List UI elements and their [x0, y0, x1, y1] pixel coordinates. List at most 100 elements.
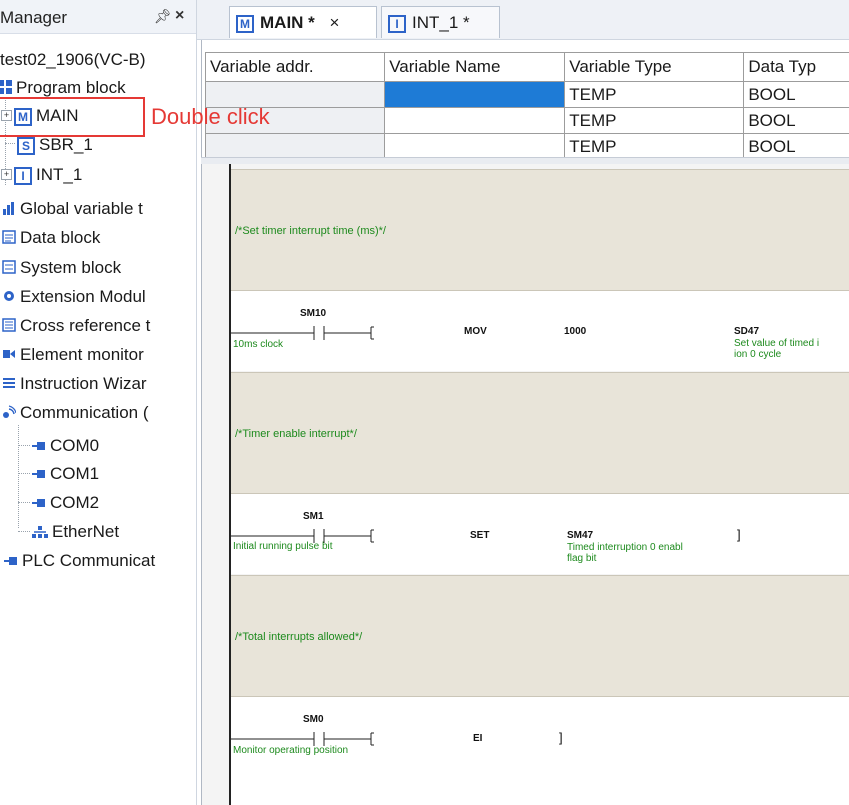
network-comment[interactable]: /*Total interrupts allowed*/: [231, 575, 849, 697]
tree-item-com0[interactable]: COM0: [32, 431, 99, 460]
tree-line: [18, 445, 30, 446]
instruction[interactable]: MOV: [464, 326, 487, 337]
global-variable-icon: [2, 195, 16, 224]
close-icon[interactable]: ×: [175, 7, 184, 25]
operand-comment: Set value of timed i: [734, 338, 820, 349]
column-header[interactable]: Variable Name: [384, 52, 566, 82]
contact-comment: Monitor operating position: [233, 745, 349, 756]
operand-comment: Timed interruption 0 enabl: [567, 542, 683, 553]
contact-address[interactable]: SM0: [303, 714, 324, 725]
tree-item-instruction-wizard[interactable]: Instruction Wizar: [2, 369, 147, 398]
column-header[interactable]: Variable addr.: [204, 52, 386, 82]
table-row[interactable]: TEMP BOOL: [204, 133, 849, 157]
operand-comment: ion 0 cycle: [734, 349, 782, 360]
expand-icon[interactable]: +: [1, 169, 12, 180]
tree-item-label: PLC Communicat: [22, 551, 156, 570]
table-cell[interactable]: [204, 133, 386, 157]
network-body[interactable]: SM1 Initial running pulse bit SET SM47 T…: [231, 494, 849, 574]
network-comment[interactable]: /*Set timer interrupt time (ms)*/: [231, 169, 849, 291]
table-cell[interactable]: TEMP: [564, 133, 745, 157]
interrupt-icon: I: [14, 166, 32, 185]
tree-item-extension-module[interactable]: Extension Modul: [2, 282, 146, 311]
comment-text: /*Total interrupts allowed*/: [235, 631, 363, 643]
tree-item-com1[interactable]: COM1: [32, 459, 99, 488]
operand[interactable]: 1000: [564, 326, 586, 337]
tree-item-cross-reference[interactable]: Cross reference t: [2, 311, 150, 340]
tree-item-communication[interactable]: Communication (: [2, 398, 149, 427]
highlight-box: [0, 97, 145, 137]
tab-label: INT_1 *: [412, 13, 470, 32]
main-program-icon: M: [236, 14, 254, 33]
operand[interactable]: SM47: [567, 530, 593, 541]
table-row[interactable]: TEMP BOOL: [204, 107, 849, 134]
tree-line: [18, 531, 30, 532]
tree-item-label: Communication (: [20, 403, 149, 422]
tree-item-system-block[interactable]: System block: [2, 253, 121, 282]
table-cell[interactable]: TEMP: [564, 107, 745, 134]
network-comment[interactable]: /*Timer enable interrupt*/: [231, 372, 849, 494]
contact-comment: Initial running pulse bit: [233, 541, 333, 552]
tree-item-label: COM1: [50, 464, 100, 483]
editor-tab-strip: M MAIN * × I INT_1 *: [197, 0, 849, 40]
table-cell[interactable]: BOOL: [743, 133, 849, 157]
contact-comment: 10ms clock: [233, 339, 284, 350]
tab-main[interactable]: M MAIN * ×: [229, 6, 377, 38]
double-click-annotation: Double click: [151, 104, 270, 129]
tree-item-label: Cross reference t: [20, 316, 151, 335]
ethernet-icon: [32, 518, 48, 547]
tree-item-ethernet[interactable]: EtherNet: [32, 517, 119, 546]
instruction-wizard-icon: [2, 370, 16, 399]
column-header[interactable]: Data Typ: [743, 52, 849, 82]
system-block-icon: [2, 254, 16, 283]
tree-item-label: COM2: [50, 493, 100, 512]
network-body[interactable]: SM10 10ms clock MOV 1000 SD47 Set value …: [231, 291, 849, 371]
tree-line: [18, 425, 19, 528]
com-port-icon: [32, 432, 46, 461]
tree-item-label: SBR_1: [39, 135, 93, 154]
tree-item-com2[interactable]: COM2: [32, 488, 99, 517]
contact-rung: [231, 529, 374, 543]
com-port-icon: [32, 489, 46, 518]
table-cell[interactable]: BOOL: [743, 81, 849, 108]
table-cell[interactable]: BOOL: [743, 107, 849, 134]
pin-icon[interactable]: 📌︎: [154, 8, 172, 25]
tree-item-data-block[interactable]: Data block: [2, 223, 100, 252]
tab-int-1[interactable]: I INT_1 *: [381, 6, 500, 38]
bracket-close: ]: [559, 730, 563, 745]
table-row[interactable]: TEMP BOOL: [204, 81, 849, 108]
column-header[interactable]: Variable Type: [564, 52, 745, 82]
tree-item-element-monitor[interactable]: Element monitor: [2, 340, 144, 369]
tree-line: [18, 473, 30, 474]
tree-line: [5, 143, 15, 144]
tree-item-int-1[interactable]: I INT_1: [14, 160, 82, 189]
tree-item-label: Instruction Wizar: [20, 374, 147, 393]
comment-text: /*Set timer interrupt time (ms)*/: [235, 225, 386, 237]
panel-header: Manager 📌︎ ×: [0, 0, 196, 34]
project-node[interactable]: test02_1906(VC-B): [0, 45, 146, 74]
table-cell-selected[interactable]: [384, 81, 566, 108]
interrupt-icon: I: [388, 14, 406, 33]
ladder-editor[interactable]: /*Set timer interrupt time (ms)*/ SM10 1…: [201, 164, 849, 805]
tree-item-label: EtherNet: [52, 522, 120, 541]
table-cell[interactable]: [384, 133, 566, 157]
contact-address[interactable]: SM1: [303, 511, 324, 522]
tree-item-label: COM0: [50, 436, 100, 455]
tree-item-label: System block: [20, 258, 122, 277]
instruction[interactable]: SET: [470, 530, 489, 541]
network-body[interactable]: SM0 Monitor operating position EI ]: [231, 697, 849, 805]
communication-icon: [2, 399, 17, 428]
tree-item-label: Global variable t: [20, 199, 143, 218]
tree-item-label: INT_1: [36, 165, 83, 184]
instruction[interactable]: EI: [473, 733, 482, 744]
element-monitor-icon: [2, 341, 16, 370]
tab-close-icon[interactable]: ×: [330, 13, 340, 32]
table-cell[interactable]: TEMP: [564, 81, 745, 108]
table-cell[interactable]: [384, 107, 566, 134]
panel-title: Manager: [0, 8, 68, 27]
tree-item-global-variable[interactable]: Global variable t: [2, 194, 143, 223]
tree-item-plc-communication[interactable]: PLC Communicat: [4, 546, 155, 575]
tree-item-label: Element monitor: [20, 345, 144, 364]
variable-table: Variable addr. Variable Name Variable Ty…: [204, 52, 849, 157]
contact-address[interactable]: SM10: [300, 308, 326, 319]
operand[interactable]: SD47: [734, 326, 759, 337]
